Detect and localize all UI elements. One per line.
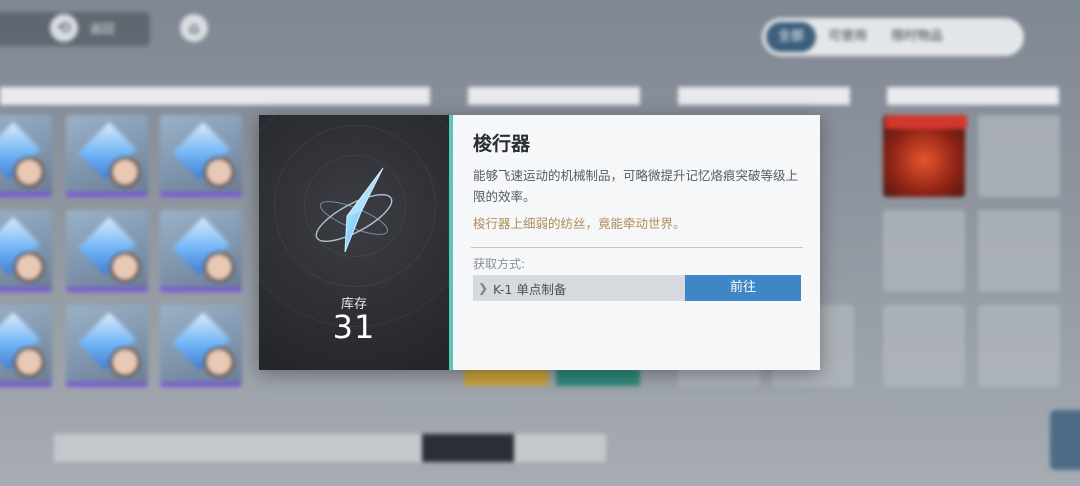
back-icon[interactable]: ⟲ — [50, 14, 78, 42]
home-icon[interactable]: ⌂ — [180, 14, 208, 42]
inventory-item[interactable] — [160, 115, 242, 197]
inventory-item[interactable] — [160, 210, 242, 292]
bottom-tab[interactable] — [330, 434, 422, 462]
empty-slot — [883, 210, 965, 292]
category-bar — [887, 87, 1059, 105]
item-description: 能够飞速运动的机械制品，可略微提升记忆烙痕突破等级上限的效率。 — [473, 168, 799, 204]
category-bar — [678, 87, 850, 105]
inventory-item-limited[interactable] — [883, 115, 967, 197]
inventory-item[interactable] — [0, 210, 52, 292]
empty-slot — [978, 305, 1060, 387]
filter-tabs: 全部 可使用 限时物品 — [762, 18, 1024, 56]
shuttle-crystal-icon — [315, 167, 393, 253]
chevron-right-icon: ❯ — [477, 281, 489, 295]
item-name: 梭行器 — [473, 133, 531, 155]
tab-usable[interactable]: 可使用 — [816, 22, 879, 52]
bottom-tab[interactable] — [146, 434, 238, 462]
item-detail-popup: 库存 31 梭行器 能够飞速运动的机械制品，可略微提升记忆烙痕突破等级上限的效率… — [259, 115, 820, 370]
side-menu-button[interactable] — [1050, 410, 1080, 470]
tab-limited[interactable]: 限时物品 — [879, 22, 955, 52]
tab-all[interactable]: 全部 — [766, 22, 817, 52]
section-divider — [471, 247, 803, 248]
obtain-method-label: 获取方式: — [473, 257, 526, 271]
item-info-panel: 梭行器 能够飞速运动的机械制品，可略微提升记忆烙痕突破等级上限的效率。 梭行器上… — [453, 115, 820, 370]
category-bar — [468, 87, 640, 105]
inventory-item[interactable] — [66, 115, 148, 197]
back-label[interactable]: 返回 — [90, 20, 114, 37]
bottom-tab[interactable] — [54, 434, 146, 462]
obtain-source-name: K-1 单点制备 — [493, 281, 567, 297]
obtain-source-row: ❯ K-1 单点制备 前往 — [473, 275, 801, 301]
inventory-item[interactable] — [66, 210, 148, 292]
empty-slot — [978, 115, 1060, 197]
empty-slot — [883, 305, 965, 387]
empty-slot — [978, 210, 1060, 292]
inventory-item[interactable] — [0, 305, 52, 387]
inventory-item[interactable] — [556, 368, 640, 386]
inventory-item[interactable] — [160, 305, 242, 387]
category-bar — [0, 87, 430, 105]
inventory-item[interactable] — [0, 115, 52, 197]
item-flavor-text: 梭行器上细弱的纺丝，竟能牵动世界。 — [473, 216, 686, 231]
inventory-screen: ⟲ 返回 ⌂ 全部 可使用 限时物品 库存 31 梭行器 能够飞速运动的机械制品… — [0, 0, 1080, 486]
bottom-tab-active[interactable] — [422, 434, 514, 462]
bottom-tab[interactable] — [238, 434, 330, 462]
bottom-tab[interactable] — [514, 434, 606, 462]
inventory-item[interactable] — [464, 368, 548, 386]
go-button[interactable]: 前往 — [685, 275, 801, 301]
bottom-category-tabs — [54, 434, 606, 462]
inventory-item[interactable] — [66, 305, 148, 387]
stock-count: 31 — [332, 308, 376, 346]
item-preview-panel: 库存 31 — [259, 115, 449, 370]
